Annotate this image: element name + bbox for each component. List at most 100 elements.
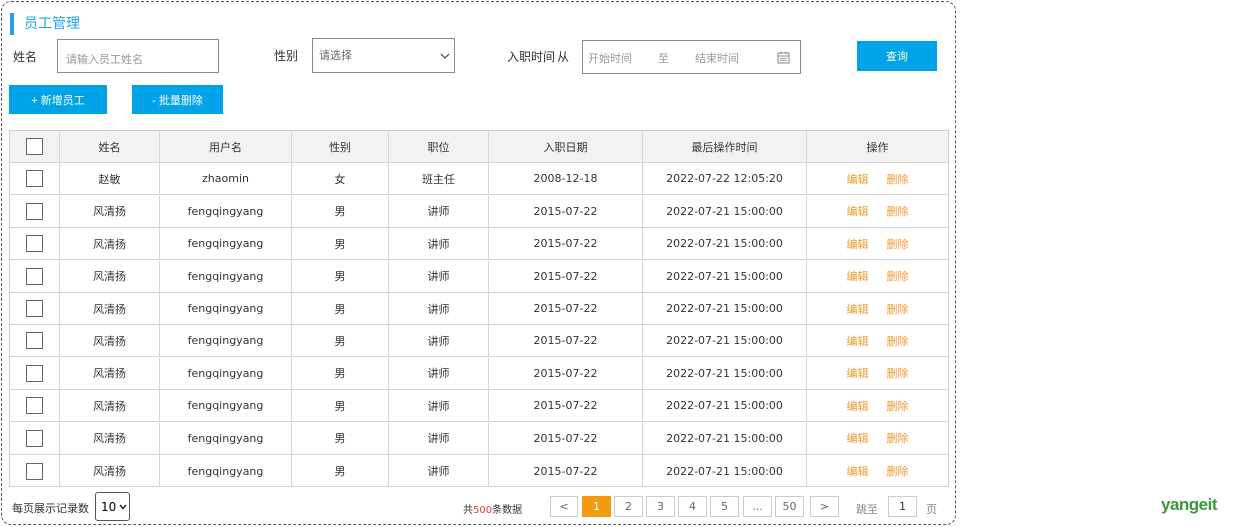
cell-position: 讲师: [389, 195, 489, 227]
per-page-select[interactable]: 10: [95, 492, 130, 521]
cell-gender: 男: [292, 260, 389, 292]
row-checkbox[interactable]: [26, 397, 43, 415]
row-checkbox[interactable]: [26, 462, 43, 480]
table-row: 赵敏 zhaomin 女班主任 2008-12-18 2022-07-22 12:05:…: [10, 163, 948, 196]
date-end-input[interactable]: 结束时间: [695, 52, 739, 66]
page-button-5[interactable]: 5: [710, 496, 739, 517]
row-checkbox[interactable]: [26, 364, 43, 382]
row-checkbox[interactable]: [26, 170, 43, 188]
cell-last-modified: 2022-07-21 15:00:00: [643, 357, 807, 389]
row-checkbox[interactable]: [26, 235, 43, 253]
cell-gender: 男: [292, 357, 389, 389]
page-button-3[interactable]: 3: [646, 496, 675, 517]
gender-select-placeholder: 请选择: [319, 49, 352, 62]
cell-gender: 男: [292, 455, 389, 487]
cell-name: 风清扬: [60, 390, 160, 422]
delete-link[interactable]: 删除: [887, 301, 909, 317]
page-button-4[interactable]: 4: [678, 496, 707, 517]
edit-link[interactable]: 编辑: [847, 301, 869, 317]
page-button-2[interactable]: 2: [614, 496, 643, 517]
name-label: 姓名: [13, 50, 38, 64]
delete-link[interactable]: 删除: [887, 333, 909, 349]
edit-link[interactable]: 编辑: [847, 203, 869, 219]
prev-page-button[interactable]: <: [550, 496, 578, 517]
header-cell-last-modified: 最后操作时间: [643, 131, 807, 162]
page-button-1[interactable]: 1: [582, 496, 611, 517]
name-input[interactable]: 请输入员工姓名: [57, 39, 219, 73]
row-checkbox[interactable]: [26, 300, 43, 317]
delete-link[interactable]: 删除: [887, 268, 909, 284]
page-button-50[interactable]: 50: [775, 496, 804, 517]
cell-position: 讲师: [389, 357, 489, 389]
cell-username: fengqingyang: [160, 195, 292, 227]
cell-username: zhaomin: [160, 163, 292, 195]
edit-link[interactable]: 编辑: [847, 171, 869, 187]
delete-link[interactable]: 删除: [887, 430, 909, 446]
total-suffix: 条数据: [492, 505, 523, 516]
header-cell-name: 姓名: [60, 131, 160, 162]
calendar-icon[interactable]: [777, 51, 790, 64]
cell-hire-date: 2015-07-22: [489, 357, 643, 389]
cell-gender: 男: [292, 422, 389, 454]
goto-page-input[interactable]: 1: [888, 496, 917, 517]
cell-gender: 男: [292, 390, 389, 422]
delete-link[interactable]: 删除: [887, 398, 909, 414]
cell-hire-date: 2015-07-22: [489, 195, 643, 227]
cell-operations: 编辑 删除: [807, 358, 948, 389]
cell-checkbox: [10, 357, 60, 389]
row-checkbox[interactable]: [26, 429, 43, 447]
row-checkbox[interactable]: [26, 332, 43, 350]
batch-delete-button[interactable]: - 批量删除: [132, 85, 223, 114]
add-employee-button[interactable]: + 新增员工: [9, 85, 107, 114]
table-header-row: 姓名 用户名 性别 职位 入职日期 最后操作时间 操作: [10, 131, 948, 163]
table-row: 风清扬 fengqingyang 男讲师 2015-07-22 2022-07-21 1…: [10, 195, 948, 228]
edit-link[interactable]: 编辑: [847, 398, 869, 414]
cell-position: 班主任: [389, 163, 489, 195]
cell-last-modified: 2022-07-21 15:00:00: [643, 455, 807, 487]
date-from-label: 从: [557, 50, 570, 64]
cell-checkbox: [10, 422, 60, 454]
gender-select[interactable]: 请选择: [312, 38, 455, 73]
cell-operations: 编辑 删除: [807, 390, 948, 421]
total-records: 共500条数据: [463, 501, 522, 516]
query-button[interactable]: 查询: [857, 41, 937, 71]
cell-name: 风清扬: [60, 325, 160, 357]
cell-hire-date: 2015-07-22: [489, 228, 643, 260]
delete-link[interactable]: 删除: [887, 171, 909, 187]
cell-operations: 编辑 删除: [807, 228, 948, 259]
edit-link[interactable]: 编辑: [847, 268, 869, 284]
edit-link[interactable]: 编辑: [847, 463, 869, 479]
edit-link[interactable]: 编辑: [847, 236, 869, 252]
cell-hire-date: 2015-07-22: [489, 293, 643, 324]
cell-position: 讲师: [389, 293, 489, 324]
row-checkbox[interactable]: [26, 202, 43, 220]
cell-operations: 编辑 删除: [807, 293, 948, 324]
per-page-value: 10: [101, 499, 117, 514]
cell-username: fengqingyang: [160, 293, 292, 324]
table-row: 风清扬 fengqingyang 男讲师 2015-07-22 2022-07-21 1…: [10, 357, 948, 390]
select-all-checkbox[interactable]: [26, 138, 43, 155]
cell-checkbox: [10, 163, 60, 195]
edit-link[interactable]: 编辑: [847, 430, 869, 446]
delete-link[interactable]: 删除: [887, 236, 909, 252]
header-cell-operations: 操作: [866, 140, 889, 154]
delete-link[interactable]: 删除: [887, 463, 909, 479]
edit-link[interactable]: 编辑: [847, 365, 869, 381]
table-row: 风清扬 fengqingyang 男讲师 2015-07-22 2022-07-21 1…: [10, 325, 948, 358]
cell-username: fengqingyang: [160, 390, 292, 422]
goto-label: 跳至: [856, 503, 878, 516]
date-start-input[interactable]: 开始时间: [588, 52, 632, 66]
edit-link[interactable]: 编辑: [847, 333, 869, 349]
next-page-button[interactable]: >: [810, 496, 839, 517]
header-cell-position: 职位: [389, 131, 489, 162]
delete-link[interactable]: 删除: [887, 365, 909, 381]
page-unit-label: 页: [926, 503, 937, 516]
cell-hire-date: 2015-07-22: [489, 260, 643, 292]
per-page-label: 每页展示记录数: [12, 502, 89, 515]
delete-link[interactable]: 删除: [887, 203, 909, 219]
cell-name: 风清扬: [60, 260, 160, 292]
row-checkbox[interactable]: [26, 267, 43, 285]
date-range-picker[interactable]: 开始时间 至 结束时间: [582, 40, 801, 74]
cell-name: 风清扬: [60, 422, 160, 454]
cell-position: 讲师: [389, 422, 489, 454]
